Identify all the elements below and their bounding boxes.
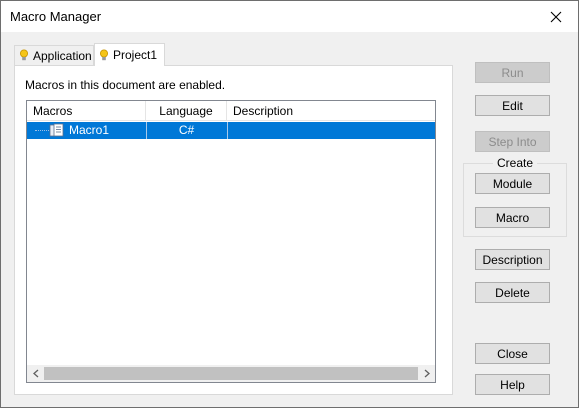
macro-document-icon bbox=[49, 123, 64, 137]
close-window-button[interactable] bbox=[533, 1, 578, 32]
chevron-left-icon bbox=[32, 369, 38, 378]
table-row[interactable]: Macro1 C# bbox=[27, 122, 435, 139]
lightbulb-icon bbox=[19, 49, 29, 62]
run-button[interactable]: Run bbox=[475, 62, 550, 83]
scroll-right-button[interactable] bbox=[418, 365, 435, 382]
column-header-macros[interactable]: Macros bbox=[27, 101, 146, 121]
close-button[interactable]: Close bbox=[475, 343, 550, 364]
create-macro-button[interactable]: Macro bbox=[475, 207, 550, 228]
horizontal-scrollbar[interactable] bbox=[27, 365, 435, 382]
title-bar: Macro Manager bbox=[1, 1, 578, 32]
chevron-right-icon bbox=[424, 369, 430, 378]
help-button[interactable]: Help bbox=[475, 374, 550, 395]
macro-language-cell: C# bbox=[178, 123, 195, 137]
close-icon bbox=[550, 11, 561, 22]
window-title: Macro Manager bbox=[10, 9, 102, 24]
description-button[interactable]: Description bbox=[475, 249, 550, 270]
tree-connector bbox=[35, 130, 49, 131]
macros-list[interactable]: Macros Language Description Macro1 C# bbox=[26, 100, 436, 383]
column-header-description[interactable]: Description bbox=[227, 101, 435, 121]
create-group-label: Create bbox=[493, 156, 538, 170]
tab-application-label: Application bbox=[33, 48, 92, 63]
column-divider bbox=[227, 122, 228, 139]
step-into-button[interactable]: Step Into bbox=[475, 131, 550, 152]
tab-panel-project1: Macros in this document are enabled. Mac… bbox=[14, 65, 453, 395]
macro-manager-dialog: Macro Manager Application Project1 Macro… bbox=[0, 0, 579, 408]
delete-button[interactable]: Delete bbox=[475, 282, 550, 303]
scrollbar-thumb[interactable] bbox=[44, 367, 418, 380]
macros-enabled-status: Macros in this document are enabled. bbox=[25, 78, 226, 92]
scroll-left-button[interactable] bbox=[27, 365, 44, 382]
column-header-language[interactable]: Language bbox=[146, 101, 227, 121]
tab-project1-label: Project1 bbox=[113, 48, 158, 62]
create-module-button[interactable]: Module bbox=[475, 173, 550, 194]
macro-name-cell: Macro1 bbox=[69, 123, 110, 137]
edit-button[interactable]: Edit bbox=[475, 95, 550, 116]
lightbulb-icon bbox=[99, 49, 109, 62]
tab-application[interactable]: Application bbox=[14, 45, 94, 65]
tab-project1[interactable]: Project1 bbox=[94, 43, 165, 66]
